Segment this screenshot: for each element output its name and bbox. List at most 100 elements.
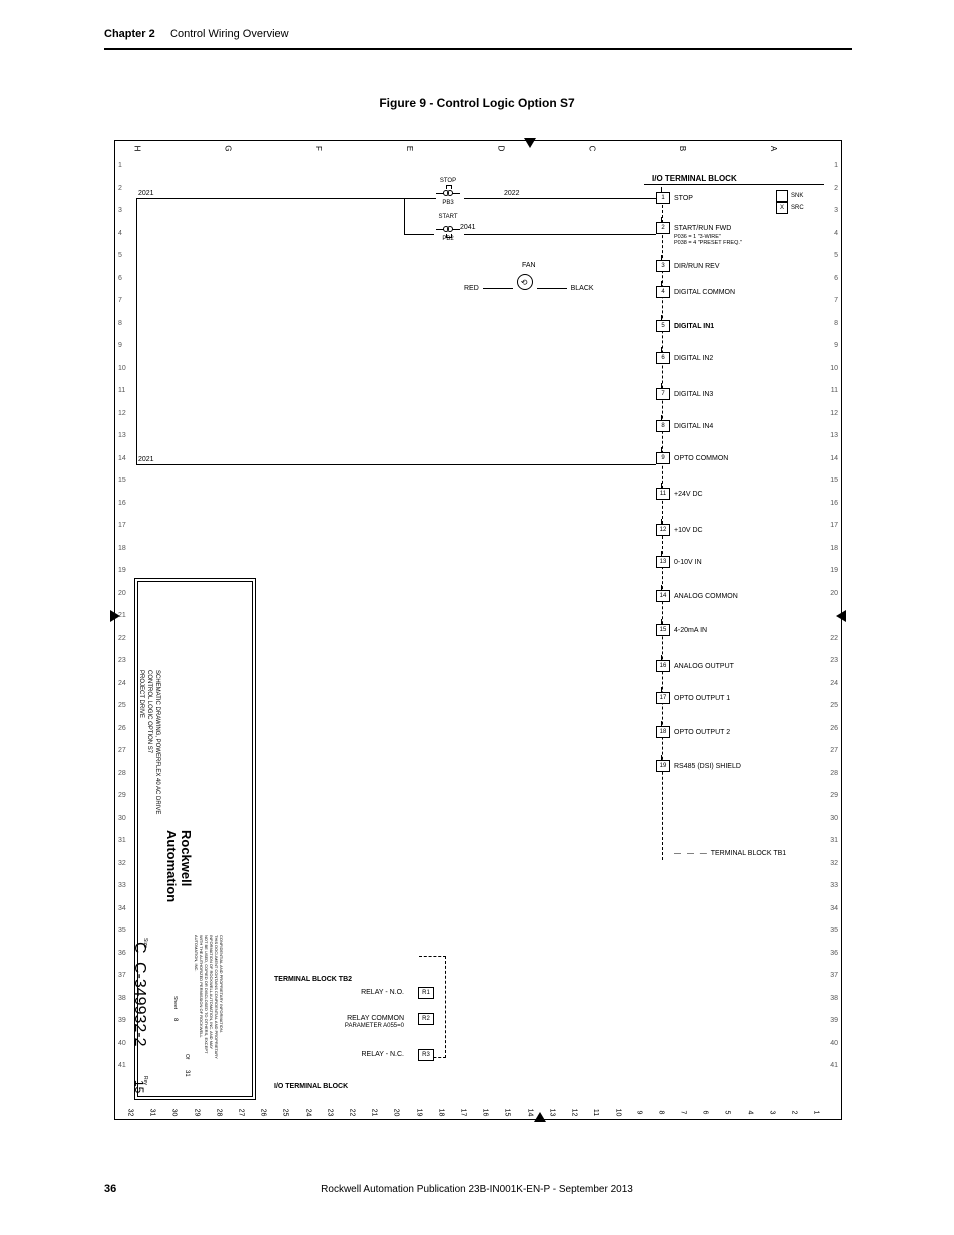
grid-row-right-15: 15: [830, 477, 838, 484]
grid-row-right-41: 41: [830, 1062, 838, 1069]
grid-row-right-38: 38: [830, 995, 838, 1002]
fan-black-label: BLACK: [571, 285, 594, 292]
grid-bottom-27: 27: [237, 1109, 244, 1117]
grid-row-right-2: 2: [834, 185, 838, 192]
grid-row-right-5: 5: [834, 252, 838, 259]
chapter-label: Chapter 2: [104, 28, 155, 40]
grid-row-right-22: 22: [830, 635, 838, 642]
grid-bottom-3: 3: [768, 1111, 775, 1115]
terminal-label-2: START/RUN FWD: [674, 225, 731, 232]
grid-bottom-22: 22: [348, 1109, 355, 1117]
terminal-box-8: 8: [656, 420, 670, 432]
terminal-label-19: RS485 (DSI) SHIELD: [674, 763, 741, 770]
terminal-box-2: 2: [656, 222, 670, 234]
src-label: SRC: [791, 205, 804, 211]
nav-arrow-left-icon: [836, 610, 846, 622]
grid-col-E: E: [405, 146, 414, 151]
grid-row-left-32: 32: [118, 860, 126, 867]
grid-bottom-31: 31: [149, 1109, 156, 1117]
grid-row-right-10: 10: [830, 365, 838, 372]
rockwell-logo: RockwellAutomation: [164, 830, 194, 902]
relay-row-r1: RELAY - N.O. R1: [274, 983, 434, 1009]
wire-2: [464, 198, 656, 199]
tb-sheet-label: Sheet: [172, 996, 178, 1009]
terminal-tick-18: [661, 721, 664, 726]
grid-row-right-37: 37: [830, 972, 838, 979]
grid-row-left-1: 1: [118, 162, 122, 169]
terminal-label-7: DIGITAL IN3: [674, 391, 713, 398]
nav-arrow-down-icon: [524, 138, 536, 148]
grid-bottom-2: 2: [790, 1111, 797, 1115]
grid-bottom-25: 25: [282, 1109, 289, 1117]
terminal-label-6: DIGITAL IN2: [674, 355, 713, 362]
snk-label: SNK: [791, 193, 803, 199]
terminal-sublabel-2: P036 = 1 "3-WIRE" P038 = 4 "PRESET FREQ.…: [674, 234, 742, 246]
grid-row-left-11: 11: [118, 387, 125, 394]
grid-row-right-29: 29: [830, 792, 838, 799]
grid-row-right-4: 4: [834, 230, 838, 237]
grid-row-right-26: 26: [830, 725, 838, 732]
terminal-tick-14: [661, 585, 664, 590]
grid-col-G: G: [224, 145, 233, 151]
grid-bottom-10: 10: [615, 1109, 622, 1117]
terminal-box-17: 17: [656, 692, 670, 704]
tb-sheet-value: 8: [172, 1018, 178, 1021]
grid-row-right-20: 20: [830, 590, 838, 597]
grid-bottom-29: 29: [193, 1109, 200, 1117]
grid-row-left-22: 22: [118, 635, 126, 642]
titleblock-conf2: THIS DOCUMENT CONTAINS CONFIDENTIAL AND …: [214, 935, 219, 1059]
terminal-tick-12: [661, 519, 664, 524]
fan-red-label: RED: [464, 285, 479, 292]
terminal-label-12: +10V DC: [674, 527, 703, 534]
terminal-16: 16ANALOG OUTPUT: [656, 660, 734, 680]
terminal-tick-16: [661, 655, 664, 660]
grid-row-left-33: 33: [118, 882, 126, 889]
publication-footer: Rockwell Automation Publication 23B-IN00…: [0, 1184, 954, 1195]
terminal-17: 17OPTO OUTPUT 1: [656, 692, 730, 712]
grid-row-right-13: 13: [830, 432, 838, 439]
terminal-box-7: 7: [656, 388, 670, 400]
terminal-label-16: ANALOG OUTPUT: [674, 663, 734, 670]
titleblock-conf3: INFORMATION OF ROCKWELL AUTOMATION, INC.…: [209, 935, 214, 1049]
grid-bottom-23: 23: [326, 1109, 333, 1117]
terminal-label-11: +24V DC: [674, 491, 703, 498]
drawing-number: C-349932-2: [130, 962, 148, 1047]
grid-row-right-11: 11: [831, 387, 838, 394]
grid-bottom-6: 6: [702, 1111, 709, 1115]
stop-pb-ref: PB3: [436, 200, 460, 206]
terminal-5: 5DIGITAL IN1: [656, 320, 714, 340]
relay-terminal-block: TERMINAL BLOCK TB2 RELAY - N.O. R1 RELAY…: [274, 976, 434, 1090]
terminal-box-18: 18: [656, 726, 670, 738]
wire-start-h: [404, 234, 434, 235]
wire-vert-pb: [404, 198, 405, 234]
grid-bottom-16: 16: [482, 1109, 489, 1117]
grid-row-left-21: 21: [118, 612, 126, 619]
grid-row-right-30: 30: [830, 815, 838, 822]
terminal-tick-15: [661, 619, 664, 624]
wire-3: [136, 464, 656, 465]
terminal-9: 9OPTO COMMON: [656, 452, 728, 472]
wire-vert-left: [136, 198, 137, 464]
wire-1: [136, 198, 436, 199]
grid-row-right-32: 32: [830, 860, 838, 867]
grid-row-left-15: 15: [118, 477, 126, 484]
terminal-box-5: 5: [656, 320, 670, 332]
grid-row-left-36: 36: [118, 950, 126, 957]
terminal-label-14: ANALOG COMMON: [674, 593, 738, 600]
terminal-tick-3: [661, 255, 664, 260]
tb-of-value: 31: [184, 1070, 190, 1077]
grid-row-left-3: 3: [118, 207, 122, 214]
terminal-box-9: 9: [656, 452, 670, 464]
grid-row-left-7: 7: [118, 297, 122, 304]
tb-rev-value: 15: [132, 1080, 146, 1093]
snk-src-selector: SNK X SRC: [776, 190, 804, 214]
terminal-label-13: 0-10V IN: [674, 559, 702, 566]
terminal-3: 3DIR/RUN REV: [656, 260, 720, 280]
grid-row-right-35: 35: [830, 927, 838, 934]
terminal-label-8: DIGITAL IN4: [674, 423, 713, 430]
grid-row-left-25: 25: [118, 702, 126, 709]
grid-row-left-6: 6: [118, 275, 122, 282]
terminal-label-18: OPTO OUTPUT 2: [674, 729, 730, 736]
grid-row-left-35: 35: [118, 927, 126, 934]
terminal-tick-8: [661, 415, 664, 420]
